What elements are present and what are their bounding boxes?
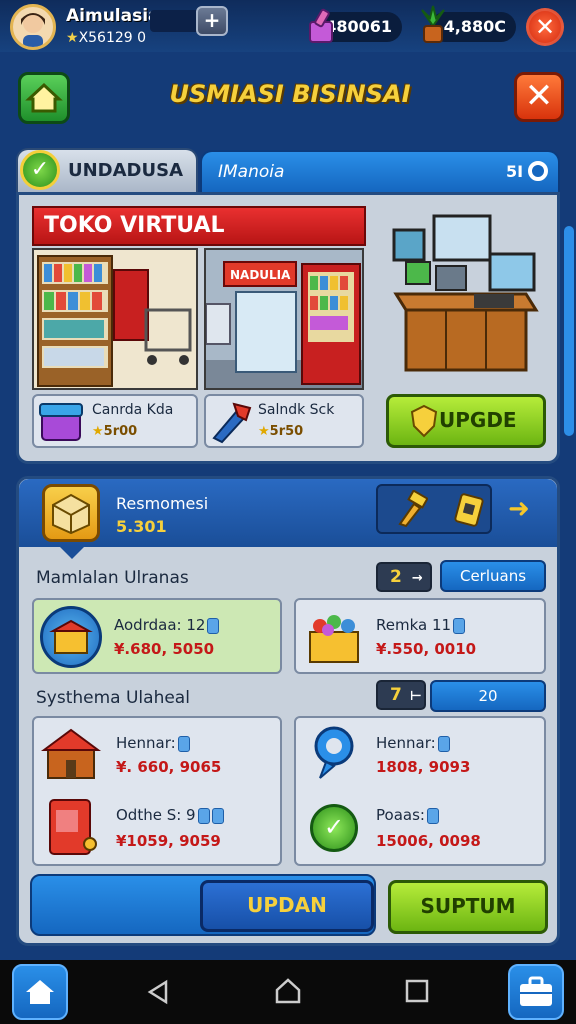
- chest-icon: [40, 606, 102, 668]
- item-name-text: Remka 11: [376, 616, 452, 634]
- gift-box-icon: [304, 606, 364, 668]
- package-icon: [42, 484, 100, 542]
- item-name: Aodrdaa: 12: [114, 616, 220, 634]
- plant-icon: [416, 4, 450, 46]
- arrow-right-icon[interactable]: ➜: [508, 494, 530, 524]
- back-icon[interactable]: [146, 978, 172, 1006]
- gem-icon: [426, 807, 439, 824]
- location-icon: [306, 722, 362, 782]
- item-name: Remka 11: [376, 616, 466, 634]
- page-title: USMIASI BISINSAI: [169, 80, 411, 108]
- item-name-text: Hennar:: [116, 734, 176, 752]
- player-name: Aimulasia: [66, 6, 160, 26]
- gear-icon[interactable]: [528, 161, 548, 181]
- item-price: ¥.680, 5050: [114, 640, 215, 658]
- item-name-text: Poaas:: [376, 806, 425, 824]
- tool-icon: [208, 398, 256, 444]
- header-pointer: [60, 544, 84, 559]
- item-price: 1808, 9093: [376, 758, 471, 776]
- section2-title: Systhema Ulaheal: [36, 688, 190, 708]
- item-price: ¥.550, 0010: [376, 640, 477, 658]
- player-coins: ★X56129 0: [66, 30, 146, 46]
- item-name[interactable]: Hennar:: [376, 734, 450, 752]
- item-name[interactable]: Poaas:: [376, 806, 439, 824]
- section1-qty[interactable]: 2 →: [376, 562, 432, 592]
- inventory-button[interactable]: [508, 964, 564, 1020]
- office-desk-image: [386, 202, 548, 384]
- player-coins-value: X56129 0: [78, 30, 147, 46]
- item-name[interactable]: Odthe S: 9: [116, 806, 224, 824]
- star-icon: ★: [92, 424, 104, 439]
- tab-undadusa-label: UNDADUSA: [68, 160, 184, 181]
- stepper-icon: ⊢: [409, 689, 422, 704]
- close-top-button[interactable]: ✕: [526, 8, 564, 46]
- svg-text:NADULIA: NADULIA: [230, 268, 291, 282]
- shop-item-name: Canrda Kda: [92, 402, 174, 418]
- gem-icon: [437, 735, 450, 752]
- gem-icon: [197, 807, 210, 824]
- item-price: ¥1059, 9059: [116, 832, 221, 850]
- box-icon: [38, 398, 84, 444]
- shop-banner: TOKO VIRTUAL: [32, 206, 366, 246]
- arrow-icon: →: [411, 571, 423, 586]
- scrollbar[interactable]: [564, 226, 574, 436]
- item-price: ¥. 660, 9065: [116, 758, 222, 776]
- close-button[interactable]: ✕: [514, 72, 564, 122]
- hammer-icon: [394, 489, 429, 528]
- recommend-title: Resmomesi: [116, 494, 209, 513]
- shop-item-name: Salndk Sck: [258, 402, 335, 418]
- section2-value[interactable]: 20: [430, 680, 546, 712]
- store-shelf-image: [32, 248, 198, 390]
- gem-icon: [211, 807, 224, 824]
- section1-qty-value: 2: [390, 567, 402, 587]
- store-fridge-image: NADULIA: [204, 248, 364, 390]
- item-name[interactable]: Hennar:: [116, 734, 190, 752]
- ticket-icon: [452, 490, 486, 528]
- tab-imanoia-label: IManoia: [218, 162, 285, 182]
- home-button[interactable]: [18, 72, 70, 124]
- gem-icon: [207, 617, 220, 634]
- item-name-text: Aodrdaa: 12: [114, 616, 206, 634]
- check-circle-icon: ✓: [310, 804, 358, 852]
- gem-icon: [306, 6, 338, 46]
- player-avatar[interactable]: [10, 4, 56, 50]
- check-icon: ✓: [20, 150, 60, 190]
- shield-icon: [410, 404, 438, 438]
- shop-item-value-text: 5r00: [103, 424, 138, 439]
- shop-item-value: ★5r00: [92, 424, 137, 439]
- update-button[interactable]: UPDAN: [200, 880, 374, 932]
- briefcase-icon: [520, 976, 552, 1006]
- gem-icon: [453, 617, 466, 634]
- shop-item-value-text: 5r50: [269, 424, 304, 439]
- recents-icon[interactable]: [404, 978, 430, 1004]
- section2-qty[interactable]: 7 ⊢: [376, 680, 426, 710]
- shop-item-value: ★5r50: [258, 424, 303, 439]
- gem-icon: [177, 735, 190, 752]
- tab-imanoia-count: 5I: [506, 162, 524, 181]
- add-coins-button[interactable]: +: [196, 6, 228, 36]
- recommend-value: 5.301: [116, 517, 167, 536]
- nav-home-button[interactable]: [12, 964, 68, 1020]
- section2-qty-value: 7: [390, 685, 402, 705]
- home-icon: [26, 980, 54, 1004]
- upgrade-button-label: UPGDE: [439, 408, 517, 432]
- item-name-text: Odthe S: 9: [116, 806, 196, 824]
- item-name-text: Hennar:: [376, 734, 436, 752]
- section1-title: Mamlalan Ulranas: [36, 568, 189, 588]
- home-icon: [25, 82, 63, 113]
- home-nav-icon[interactable]: [274, 976, 302, 1006]
- star-icon: ★: [66, 30, 79, 46]
- star-icon: ★: [258, 424, 270, 439]
- house-icon: [40, 724, 102, 782]
- fridge-icon: [44, 794, 100, 858]
- item-price: 15006, 0098: [376, 832, 481, 850]
- plants-value: 4,880C: [443, 17, 506, 36]
- support-button[interactable]: SUPTUM: [388, 880, 548, 934]
- section1-button[interactable]: Cerluans: [440, 560, 546, 592]
